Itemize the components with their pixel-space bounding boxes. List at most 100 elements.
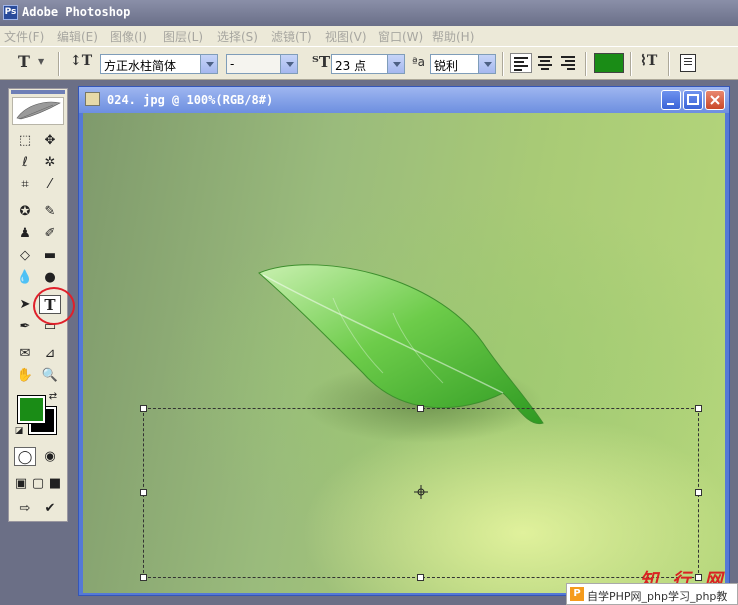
menu-bar: 文件(F) 编辑(E) 图像(I) 图层(L) 选择(S) 滤镜(T) 视图(V… xyxy=(0,26,738,46)
menu-file[interactable]: 文件(F) xyxy=(4,28,44,45)
antialias-value: 锐利 xyxy=(434,59,459,73)
text-color-swatch[interactable] xyxy=(594,53,624,73)
eraser-tool-icon[interactable]: ◇ xyxy=(14,246,36,265)
photoshop-app-icon: Ps xyxy=(3,5,18,20)
brush-tool-icon[interactable]: ✎ xyxy=(39,202,61,221)
lasso-tool-icon[interactable]: ℓ xyxy=(14,153,36,172)
zoom-tool-icon[interactable]: 🔍 xyxy=(39,366,61,385)
healing-brush-tool-icon[interactable]: ✪ xyxy=(14,202,36,221)
font-size-select[interactable]: 23 点 xyxy=(331,54,405,74)
font-family-value: 方正水柱简体 xyxy=(104,59,177,73)
antialias-select[interactable]: 锐利 xyxy=(430,54,496,74)
bbox-handle-bottom-left[interactable] xyxy=(140,574,147,581)
divider xyxy=(58,52,60,76)
chevron-down-icon xyxy=(280,55,297,73)
dodge-tool-icon[interactable]: ● xyxy=(39,268,61,287)
align-right-icon xyxy=(561,56,575,70)
imageready-icon[interactable]: ✔ xyxy=(39,499,61,518)
full-screen-mode-icon[interactable]: ■ xyxy=(47,474,63,493)
app-title: Adobe Photoshop xyxy=(22,5,131,19)
align-right-button[interactable] xyxy=(558,53,578,73)
divider xyxy=(668,52,670,76)
slice-tool-icon[interactable]: ⁄ xyxy=(39,175,61,194)
gradient-tool-icon[interactable]: ▬ xyxy=(39,246,61,265)
jump-to-imageready-icon[interactable]: ⇨ xyxy=(14,499,36,518)
text-orientation-toggle-icon[interactable]: ↕T xyxy=(70,53,92,69)
history-brush-tool-icon[interactable]: ✐ xyxy=(39,224,61,243)
app-titlebar: Ps Adobe Photoshop xyxy=(0,0,738,26)
feather-icon xyxy=(16,101,61,120)
menu-view[interactable]: 视图(V) xyxy=(325,28,367,45)
menu-layer[interactable]: 图层(L) xyxy=(163,28,203,45)
tool-preset-icon[interactable]: T xyxy=(18,52,30,71)
divider xyxy=(585,52,587,76)
adobe-online-feather-icon[interactable] xyxy=(12,97,64,125)
image-canvas[interactable] xyxy=(83,113,725,593)
maximize-button[interactable] xyxy=(683,90,703,110)
notes-tool-icon[interactable]: ✉ xyxy=(14,344,36,363)
text-color-fill xyxy=(595,54,623,72)
move-tool-icon[interactable]: ✥ xyxy=(39,131,61,150)
watermark-text: 自学PHP网_php学习_php教 xyxy=(587,590,728,603)
rotation-center-icon[interactable] xyxy=(414,485,428,499)
align-center-icon xyxy=(538,56,552,70)
default-colors-icon[interactable]: ◪ xyxy=(13,425,25,437)
minimize-button[interactable] xyxy=(661,90,681,110)
maximize-icon xyxy=(687,94,699,105)
standard-screen-mode-icon[interactable]: ▣ xyxy=(13,474,29,493)
menu-window[interactable]: 窗口(W) xyxy=(378,28,423,45)
bbox-handle-middle-right[interactable] xyxy=(695,489,702,496)
menu-image[interactable]: 图像(I) xyxy=(110,28,147,45)
tool-preset-dropdown-arrow-icon[interactable]: ▼ xyxy=(38,57,44,66)
bbox-handle-top-left[interactable] xyxy=(140,405,147,412)
align-center-button[interactable] xyxy=(535,53,555,73)
hand-tool-icon[interactable]: ✋ xyxy=(14,366,36,385)
toolbox-header xyxy=(11,90,65,94)
bbox-handle-middle-left[interactable] xyxy=(140,489,147,496)
clone-stamp-tool-icon[interactable]: ♟ xyxy=(14,224,36,243)
bbox-handle-top-center[interactable] xyxy=(417,405,424,412)
chevron-down-icon xyxy=(200,55,217,73)
font-style-value: - xyxy=(230,57,235,71)
menu-filter[interactable]: 滤镜(T) xyxy=(271,28,312,45)
font-size-icon: ᵀT xyxy=(312,53,330,71)
full-screen-menu-mode-icon[interactable]: ▢ xyxy=(30,474,46,493)
bbox-handle-top-right[interactable] xyxy=(695,405,702,412)
marquee-tool-icon[interactable]: ⬚ xyxy=(14,131,36,150)
php-logo-icon: P xyxy=(570,587,584,601)
foreground-color-swatch[interactable] xyxy=(17,395,46,424)
align-left-button[interactable] xyxy=(510,53,532,73)
bbox-handle-bottom-center[interactable] xyxy=(417,574,424,581)
crop-tool-icon[interactable]: ⌗ xyxy=(14,175,36,194)
swap-colors-icon[interactable]: ⇄ xyxy=(47,391,59,403)
pen-tool-icon[interactable]: ✒ xyxy=(14,317,36,336)
font-style-select[interactable]: - xyxy=(226,54,298,74)
warp-text-icon[interactable]: ⌇T xyxy=(640,53,657,69)
close-button[interactable] xyxy=(705,90,725,110)
standard-mode-icon[interactable]: ◯ xyxy=(14,447,36,466)
quick-mask-mode-icon[interactable]: ◉ xyxy=(39,447,61,466)
chevron-down-icon xyxy=(387,55,404,73)
divider xyxy=(630,52,632,76)
divider xyxy=(502,52,504,76)
eyedropper-tool-icon[interactable]: ⊿ xyxy=(39,344,61,363)
document-icon xyxy=(85,92,100,106)
chevron-down-icon xyxy=(478,55,495,73)
palette-icon xyxy=(684,58,692,65)
watermark-banner: P 自学PHP网_php学习_php教 xyxy=(566,583,738,605)
blur-tool-icon[interactable]: 💧 xyxy=(14,268,36,287)
menu-edit[interactable]: 编辑(E) xyxy=(57,28,98,45)
menu-help[interactable]: 帮助(H) xyxy=(432,28,474,45)
close-icon xyxy=(710,95,720,105)
font-size-value: 23 点 xyxy=(335,59,367,73)
options-bar: T ▼ ↕T 方正水柱简体 - ᵀT 23 点 ªa 锐利 ⌇T xyxy=(0,46,738,80)
character-palette-button[interactable] xyxy=(680,54,696,72)
align-left-icon xyxy=(514,57,528,71)
document-window: 024. jpg @ 100%(RGB/8#) xyxy=(78,86,730,596)
document-title: 024. jpg @ 100%(RGB/8#) xyxy=(107,93,274,107)
menu-select[interactable]: 选择(S) xyxy=(217,28,258,45)
font-family-select[interactable]: 方正水柱简体 xyxy=(100,54,218,74)
document-titlebar[interactable]: 024. jpg @ 100%(RGB/8#) xyxy=(79,87,729,113)
magic-wand-tool-icon[interactable]: ✲ xyxy=(39,153,61,172)
minimize-icon xyxy=(667,103,674,105)
